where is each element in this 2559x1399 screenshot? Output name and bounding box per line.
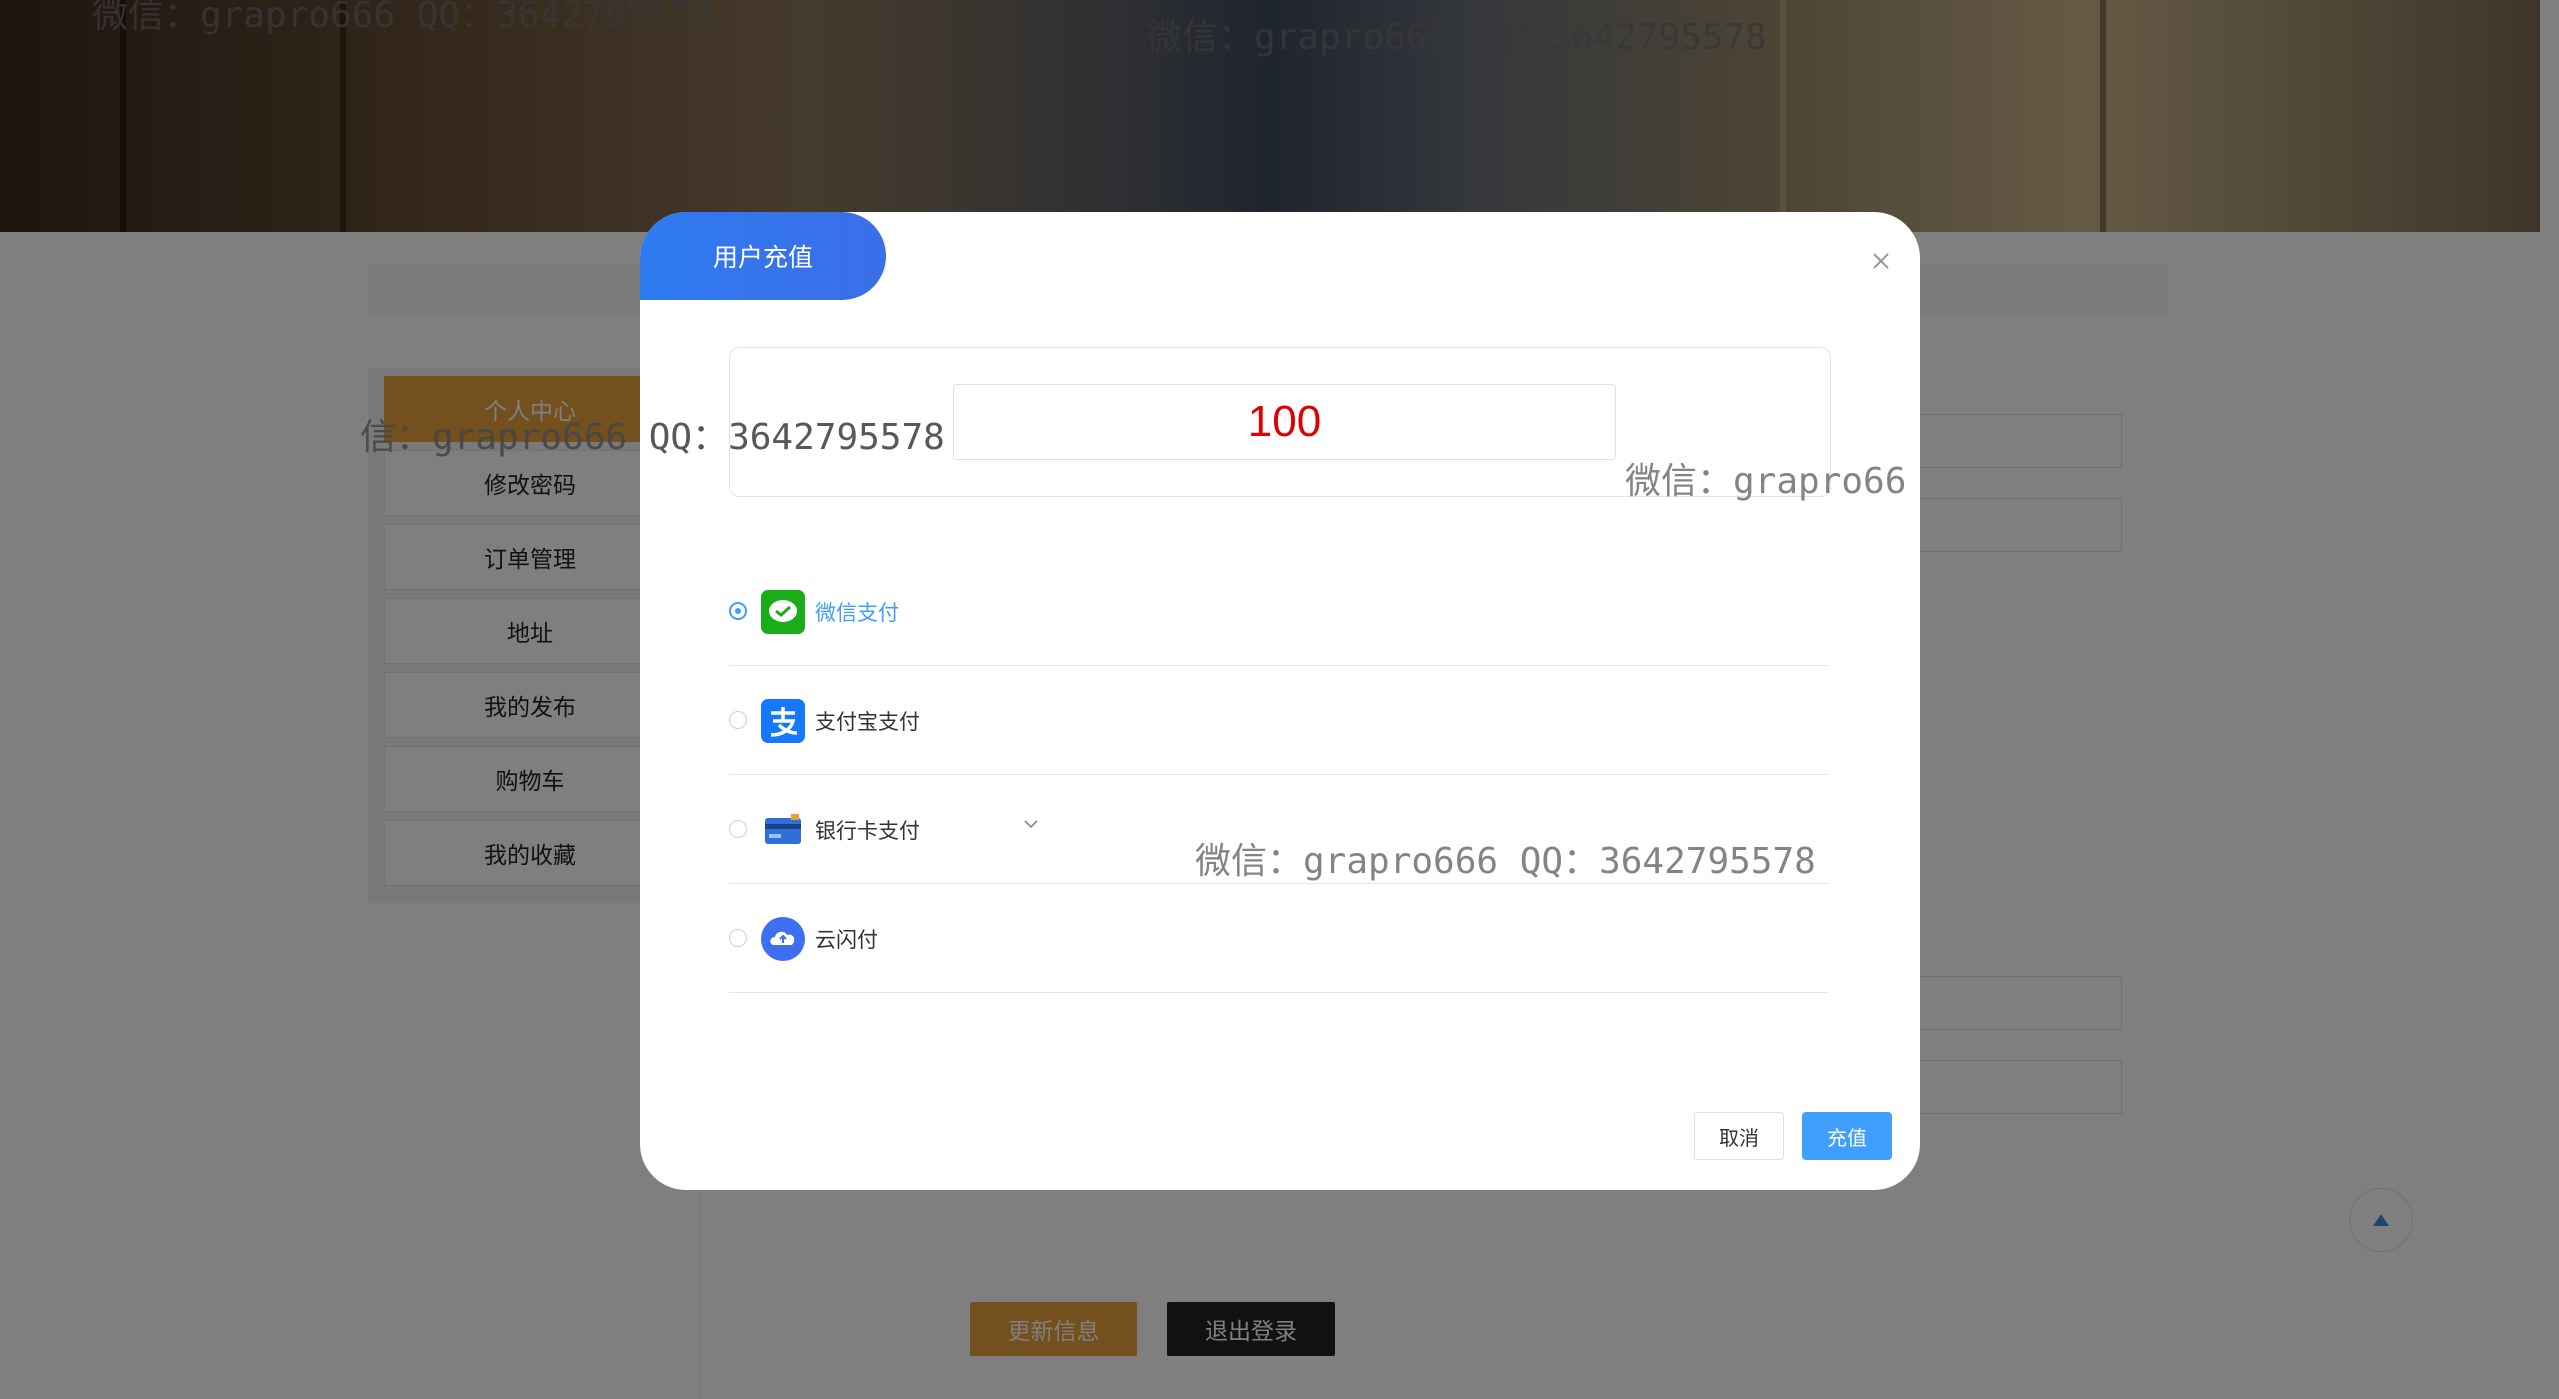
chevron-down-icon[interactable]: [1023, 813, 1039, 837]
watermark: 微信：grapro666 QQ：3642795578: [1195, 841, 1816, 882]
radio-cloud-pay[interactable]: [729, 929, 747, 947]
cancel-label: 取消: [1719, 1125, 1759, 1150]
alipay-icon: [761, 699, 805, 743]
radio-wechat[interactable]: [729, 602, 747, 620]
watermark: 微信：grapro66: [1625, 461, 1907, 502]
payment-label: 支付宝支付: [815, 710, 920, 734]
radio-bank-card[interactable]: [729, 820, 747, 838]
recharge-dialog: 用户充值 100 微信支付 支付宝支付 银行卡支付 云闪付 取消 充值: [640, 212, 1920, 1190]
cloud-pay-icon: [761, 917, 805, 961]
close-icon: [1873, 253, 1889, 269]
recharge-button[interactable]: 充值: [1802, 1112, 1892, 1160]
payment-label: 云闪付: [815, 928, 878, 952]
cancel-button[interactable]: 取消: [1694, 1112, 1784, 1160]
payment-label: 银行卡支付: [815, 819, 920, 843]
recharge-label: 充值: [1827, 1125, 1867, 1150]
dialog-title-text: 用户充值: [712, 243, 813, 272]
watermark: 信：grapro666 QQ：3642795578: [360, 417, 945, 458]
payment-option-cloud-pay[interactable]: 云闪付: [729, 884, 1829, 993]
close-button[interactable]: [1866, 246, 1896, 276]
radio-alipay[interactable]: [729, 711, 747, 729]
payment-label: 微信支付: [815, 601, 899, 625]
payment-option-wechat[interactable]: 微信支付: [729, 557, 1829, 666]
payment-option-alipay[interactable]: 支付宝支付: [729, 666, 1829, 775]
amount-value: 100: [1247, 397, 1322, 446]
bank-card-icon: [761, 808, 805, 852]
wechat-pay-icon: [761, 590, 805, 634]
amount-input[interactable]: 100: [953, 384, 1616, 460]
dialog-title: 用户充值: [640, 212, 886, 300]
